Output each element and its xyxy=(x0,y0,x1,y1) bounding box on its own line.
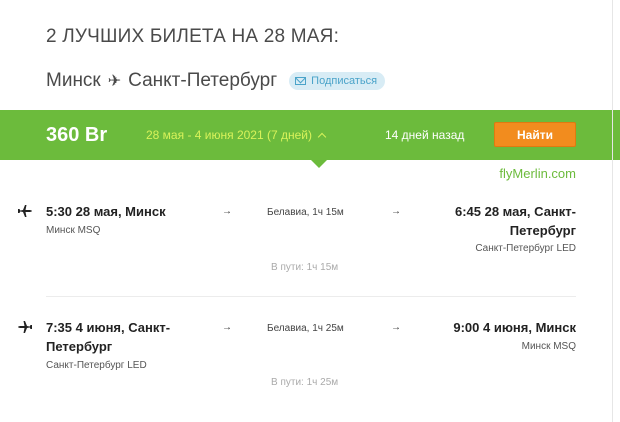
arrow-right-icon: → xyxy=(222,206,232,217)
plane-departure-icon xyxy=(18,205,32,217)
departure-time: 5:30 28 мая, Минск xyxy=(46,204,166,219)
travel-time: В пути: 1ч 15м xyxy=(271,262,339,273)
arrow-right-icon: → xyxy=(391,322,401,333)
departure-airport: Минск MSQ xyxy=(46,225,101,236)
price: 360 Br xyxy=(46,124,108,146)
arrival-airport: Санкт-Петербург LED xyxy=(475,243,576,254)
find-button[interactable]: Найти xyxy=(494,122,576,147)
dates-label: 28 мая - 4 июня 2021 (7 дней) xyxy=(146,128,312,142)
travel-time: В пути: 1ч 25м xyxy=(271,377,339,388)
route-from: Минск xyxy=(46,70,101,91)
subscribe-button[interactable]: Подписаться xyxy=(289,72,386,90)
divider xyxy=(46,296,576,297)
route-heading: Минск ✈ Санкт-Петербург Подписаться xyxy=(46,68,386,94)
envelope-icon xyxy=(295,77,307,85)
offer-bar: 360 Br 28 мая - 4 июня 2021 (7 дней) 14 … xyxy=(0,110,620,160)
departure-airport: Санкт-Петербург LED xyxy=(46,360,147,371)
found-ago: 14 дней назад xyxy=(385,128,465,142)
arrival-airport: Минск MSQ xyxy=(521,341,576,352)
dates-toggle[interactable]: 28 мая - 4 июня 2021 (7 дней) xyxy=(146,128,327,142)
arrow-right-icon: → xyxy=(391,206,401,217)
chevron-up-icon xyxy=(317,132,327,142)
arrival-time: 9:00 4 июня, Минск xyxy=(453,320,576,335)
page-title: 2 ЛУЧШИХ БИЛЕТА НА 28 МАЯ: xyxy=(46,26,340,47)
arrow-right-icon: → xyxy=(222,322,232,333)
subscribe-label: Подписаться xyxy=(311,75,378,87)
right-border xyxy=(612,0,613,422)
plane-return-icon xyxy=(18,321,32,333)
departure-time: 7:35 4 июня, Санкт-Петербург xyxy=(46,320,171,354)
route-to: Санкт-Петербург xyxy=(128,70,278,91)
plane-icon: ✈ xyxy=(107,73,122,90)
arrival-time: 6:45 28 мая, Санкт-Петербург xyxy=(454,204,576,238)
bar-pointer xyxy=(311,160,327,168)
carrier-duration: Белавиа, 1ч 25м xyxy=(267,323,344,334)
carrier-duration: Белавиа, 1ч 15м xyxy=(267,207,344,218)
brand-link[interactable]: flyMerlin.com xyxy=(499,166,576,181)
